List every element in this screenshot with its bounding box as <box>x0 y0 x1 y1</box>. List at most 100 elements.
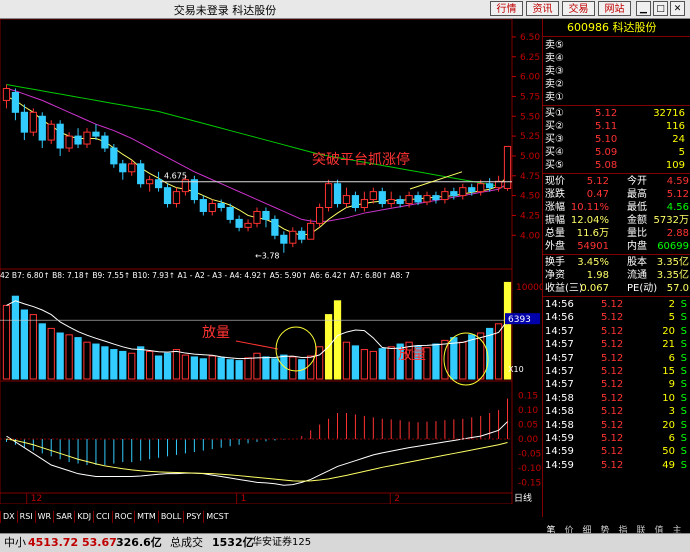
price-tick-label: 6.00 <box>520 73 540 83</box>
tick-price: 5.12 <box>601 352 624 364</box>
indicator-tab-mtm[interactable]: MTM <box>134 511 158 523</box>
volume-bar <box>333 300 342 380</box>
candle-body <box>163 187 172 205</box>
tick-side: S <box>680 299 687 310</box>
bid-price: 5.10 <box>595 134 618 145</box>
quote-label: PE(动) <box>627 283 658 294</box>
quote-value: 1.98 <box>586 270 609 281</box>
indicator-tab-boll[interactable]: BOLL <box>157 511 184 523</box>
tick-price: 5.12 <box>601 366 624 377</box>
tick-price: 5.12 <box>601 339 624 351</box>
minimize-icon[interactable]: ▁ <box>636 1 651 16</box>
indicator-tab-wr[interactable]: WR <box>34 511 53 523</box>
candle-body <box>280 234 288 244</box>
quote-value: 10.11% <box>570 202 609 213</box>
volume-bar <box>146 350 154 380</box>
candle-body <box>432 195 440 201</box>
tick-volume: 6 <box>668 352 675 364</box>
volume-bar <box>137 346 145 380</box>
candle-body <box>38 115 46 141</box>
tick-time: 14:56 <box>545 299 574 310</box>
bid-label: 买③ <box>545 134 564 145</box>
level-label: 4.675 <box>164 172 187 181</box>
quote-row: 现价 5.12 今开 4.59 <box>543 175 690 188</box>
candle-body <box>387 199 395 205</box>
volume-bar <box>92 343 100 380</box>
tick-row: 14:58 5.12 3 S <box>543 405 690 418</box>
bid-price: 5.12 <box>595 108 618 119</box>
quote-label: 股本 <box>627 257 647 268</box>
volume-bar <box>65 334 73 380</box>
market-button[interactable]: 行情 <box>490 1 523 16</box>
indicator-tab-sar[interactable]: SAR <box>53 511 74 523</box>
volume-bar <box>235 360 243 380</box>
indicator-tab-roc[interactable]: ROC <box>111 511 134 523</box>
quote-label: 涨跌 <box>545 189 565 200</box>
quote-row: 涨幅 10.11% 最低 4.56 <box>543 201 690 214</box>
quote-divider <box>543 254 690 255</box>
candle-body <box>2 88 11 101</box>
candle-body <box>56 123 64 149</box>
volume-bar <box>101 346 109 380</box>
quote-label: 今开 <box>627 176 647 187</box>
stock-name: 科达股份 <box>612 21 657 34</box>
close-icon[interactable]: ✕ <box>670 1 685 16</box>
quote-label: 振幅 <box>545 215 565 226</box>
news-button[interactable]: 资讯 <box>526 1 559 16</box>
kline-chart[interactable]: 6.50 6.25 6.00 5.75 5.50 5.25 5.00 4.75 4.50 4.25… <box>0 19 542 504</box>
price-tick-label: 6.25 <box>520 53 540 63</box>
tick-time: 14:59 <box>545 446 574 458</box>
macd-axis: 0.15 0.10 0.05 0.00 -0.05 -0.10 -0.15 <box>518 392 542 489</box>
trade-button[interactable]: 交易 <box>562 1 595 16</box>
tick-side: S <box>680 379 687 391</box>
candle-body <box>20 111 28 133</box>
macd-dif-line <box>6 421 508 486</box>
maximize-icon[interactable]: □ <box>653 1 668 16</box>
bid-label: 买⑤ <box>545 160 564 171</box>
breakout-arrow <box>409 171 463 190</box>
tick-volume: 3 <box>668 406 675 418</box>
book-divider <box>543 105 690 106</box>
volume-bar <box>360 349 369 380</box>
indicator-tab-mcst[interactable]: MCST <box>203 511 230 523</box>
total-volume-value: 1532亿 <box>212 536 254 549</box>
volume-arrow <box>235 340 279 350</box>
indicator-tab-cci[interactable]: CCI <box>93 511 112 523</box>
tick-side: S <box>680 312 687 324</box>
volume-bar <box>387 346 395 380</box>
tick-price: 5.12 <box>601 392 624 404</box>
index-amount: 326.6亿 <box>116 536 162 549</box>
tick-row: 14:57 5.12 21 S <box>543 338 690 351</box>
candle-body <box>235 218 243 228</box>
quote-label: 现价 <box>545 176 565 187</box>
candle-body <box>244 222 252 228</box>
quote-label: 收益(三) <box>545 283 583 294</box>
tick-volume: 15 <box>662 366 675 377</box>
website-button[interactable]: 网站 <box>598 1 631 16</box>
volume-bar <box>74 337 82 380</box>
macd-indicator <box>0 398 512 486</box>
tick-time: 14:57 <box>545 366 574 377</box>
indicator-tab-dx[interactable]: DX <box>0 511 17 523</box>
candle-body <box>369 191 377 201</box>
bid-volume: 5 <box>678 147 685 158</box>
quote-label: 流通 <box>627 270 647 281</box>
volume-bar <box>342 341 351 380</box>
price-tick-label: 6.50 <box>520 33 540 43</box>
index-name: 中小 <box>4 536 26 549</box>
candle-body <box>324 183 333 208</box>
bid-volume: 109 <box>665 160 685 171</box>
indicator-tab-psy[interactable]: PSY <box>183 511 203 523</box>
tick-price: 5.12 <box>601 419 624 431</box>
quote-label: 总量 <box>545 228 565 239</box>
low-label: ←3.78 <box>255 252 280 261</box>
indicator-tab-rsi[interactable]: RSI <box>16 511 35 523</box>
tick-time: 14:57 <box>545 325 574 337</box>
candle-body <box>11 91 20 113</box>
stock-code: 600986 <box>567 21 609 34</box>
ask-label: 卖① <box>545 92 564 103</box>
bid-label: 买① <box>545 108 564 119</box>
indicator-tab-kdj[interactable]: KDJ <box>74 511 93 523</box>
quote-label: 涨幅 <box>545 202 565 213</box>
bid-row: 买② 5.11 116 <box>543 120 690 133</box>
